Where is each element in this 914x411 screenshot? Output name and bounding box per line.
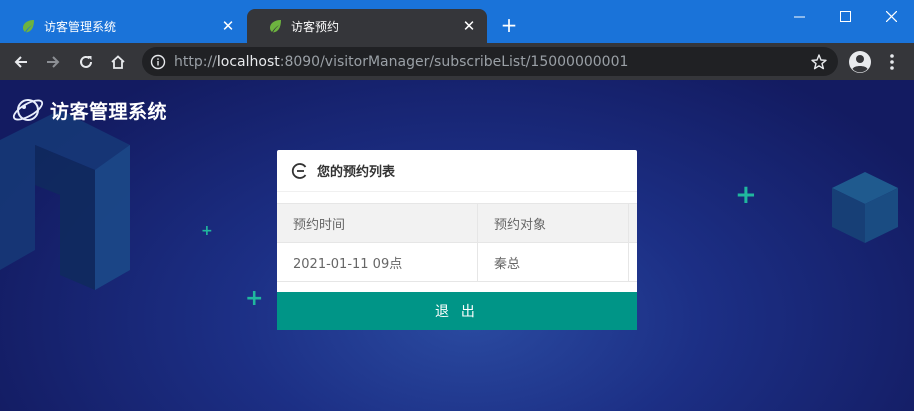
maximize-icon[interactable] xyxy=(822,0,868,32)
tab-visitor-booking[interactable]: 访客预约 ✕ xyxy=(247,9,487,43)
profile-avatar-icon[interactable] xyxy=(848,50,872,74)
column-header-time: 预约时间 xyxy=(277,204,478,243)
url-path: :8090/visitorManager/subscribeList/15000… xyxy=(279,53,629,70)
plus-decoration-icon: + xyxy=(735,180,757,210)
browser-toolbar: http://localhost:8090/visitorManager/sub… xyxy=(0,43,914,80)
plus-decoration-icon: + xyxy=(201,223,213,239)
url-host: localhost xyxy=(216,53,280,70)
tab-visitor-management[interactable]: 访客管理系统 ✕ xyxy=(0,9,246,43)
page-background: + + + 访客管理系统 您的预约列表 预约时间 预约对象 2021-01-11… xyxy=(0,80,914,411)
logout-button[interactable]: 退 出 xyxy=(277,292,637,330)
tab-title: 访客管理系统 xyxy=(44,19,117,34)
cell-booking-target: 秦总 xyxy=(478,243,629,282)
address-bar[interactable]: http://localhost:8090/visitorManager/sub… xyxy=(142,47,838,76)
brand-header: 访客管理系统 xyxy=(10,92,167,128)
cell-spacer xyxy=(629,243,637,282)
bookmark-star-icon[interactable] xyxy=(810,53,828,71)
booking-table: 预约时间 预约对象 2021-01-11 09点 秦总 xyxy=(277,203,637,283)
column-header-target: 预约对象 xyxy=(478,204,629,243)
close-window-icon[interactable] xyxy=(868,0,914,32)
url-scheme: http:// xyxy=(174,53,217,70)
card-header: 您的预约列表 xyxy=(277,150,637,192)
back-arrow-icon[interactable] xyxy=(8,49,34,75)
cube-decoration xyxy=(832,172,898,243)
close-tab-icon[interactable]: ✕ xyxy=(461,18,477,34)
info-icon[interactable] xyxy=(150,54,166,70)
url-text[interactable]: http://localhost:8090/visitorManager/sub… xyxy=(174,54,810,70)
brand-name: 访客管理系统 xyxy=(50,100,168,123)
minimize-icon[interactable] xyxy=(776,0,822,32)
planet-logo-icon xyxy=(12,99,44,121)
home-icon[interactable] xyxy=(105,49,131,75)
forward-arrow-icon[interactable] xyxy=(40,49,66,75)
cell-booking-time: 2021-01-11 09点 xyxy=(277,243,478,282)
close-tab-icon[interactable]: ✕ xyxy=(220,18,236,34)
spring-leaf-icon xyxy=(23,20,34,33)
tab-title: 访客预约 xyxy=(291,19,340,34)
kebab-menu-icon[interactable] xyxy=(884,52,900,72)
reload-icon[interactable] xyxy=(73,49,99,75)
spring-leaf-icon xyxy=(270,20,281,33)
browser-titlebar: 访客管理系统 ✕ 访客预约 ✕ + xyxy=(0,0,914,43)
card-title: 您的预约列表 xyxy=(317,165,396,180)
column-header-spacer xyxy=(629,204,637,243)
new-tab-button[interactable]: + xyxy=(498,14,520,36)
plus-decoration-icon: + xyxy=(245,286,264,311)
isometric-block-decoration xyxy=(0,110,130,290)
refresh-list-icon xyxy=(291,162,307,179)
